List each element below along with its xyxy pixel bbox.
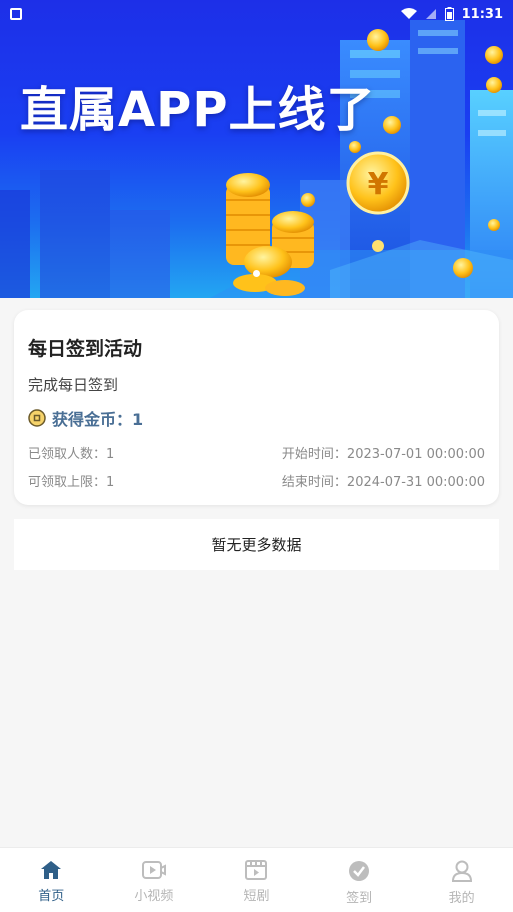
reward-text: 获得金币：1 — [52, 410, 144, 429]
film-icon — [245, 860, 268, 880]
bottom-tab-bar: 首页 小视频 短剧 签到 我的 — [0, 847, 513, 912]
promo-banner[interactable]: ¥ 11:31 直属APP上线了 — [0, 0, 513, 298]
tab-label: 我的 — [448, 891, 475, 906]
activity-subtitle: 完成每日签到 — [28, 376, 119, 394]
video-icon — [141, 861, 166, 879]
status-time: 11:31 — [461, 6, 503, 22]
tab-short-video[interactable]: 小视频 — [103, 848, 206, 912]
tab-label: 短剧 — [243, 889, 270, 904]
claimed-count: 已领取人数：1 — [28, 447, 115, 462]
list-end-text: 暂无更多数据 — [14, 519, 499, 570]
reward-row: 获得金币：1 — [28, 406, 143, 430]
tab-checkin[interactable]: 签到 — [308, 848, 411, 912]
wifi-icon — [400, 8, 417, 19]
carousel-dot — [253, 270, 260, 277]
user-icon — [451, 860, 472, 882]
signal-icon — [425, 9, 436, 19]
banner-title: 直属APP上线了 — [20, 82, 376, 138]
coin-icon — [28, 409, 46, 427]
carousel-indicator — [253, 270, 260, 277]
activity-title: 每日签到活动 — [28, 338, 143, 360]
home-icon — [41, 861, 62, 879]
tab-label: 签到 — [346, 891, 373, 906]
end-time: 结束时间：2024-07-31 00:00:00 — [281, 475, 485, 490]
claim-limit: 可领取上限：1 — [28, 475, 115, 490]
tab-label: 小视频 — [134, 889, 174, 904]
tab-home[interactable]: 首页 — [0, 848, 103, 912]
status-bar: 11:31 — [0, 0, 513, 28]
banner-illustration: ¥ — [0, 20, 513, 298]
start-time: 开始时间：2023-07-01 00:00:00 — [281, 447, 485, 462]
check-circle-icon — [349, 861, 370, 881]
tab-label: 首页 — [38, 889, 65, 904]
tab-profile[interactable]: 我的 — [410, 848, 513, 912]
svg-text:¥: ¥ — [368, 167, 389, 202]
battery-icon — [444, 7, 454, 21]
tab-short-drama[interactable]: 短剧 — [205, 848, 308, 912]
activity-card[interactable]: 每日签到活动 完成每日签到 获得金币：1 已领取人数：1 开始时间：2023-0… — [14, 310, 499, 505]
notification-icon — [10, 8, 22, 20]
